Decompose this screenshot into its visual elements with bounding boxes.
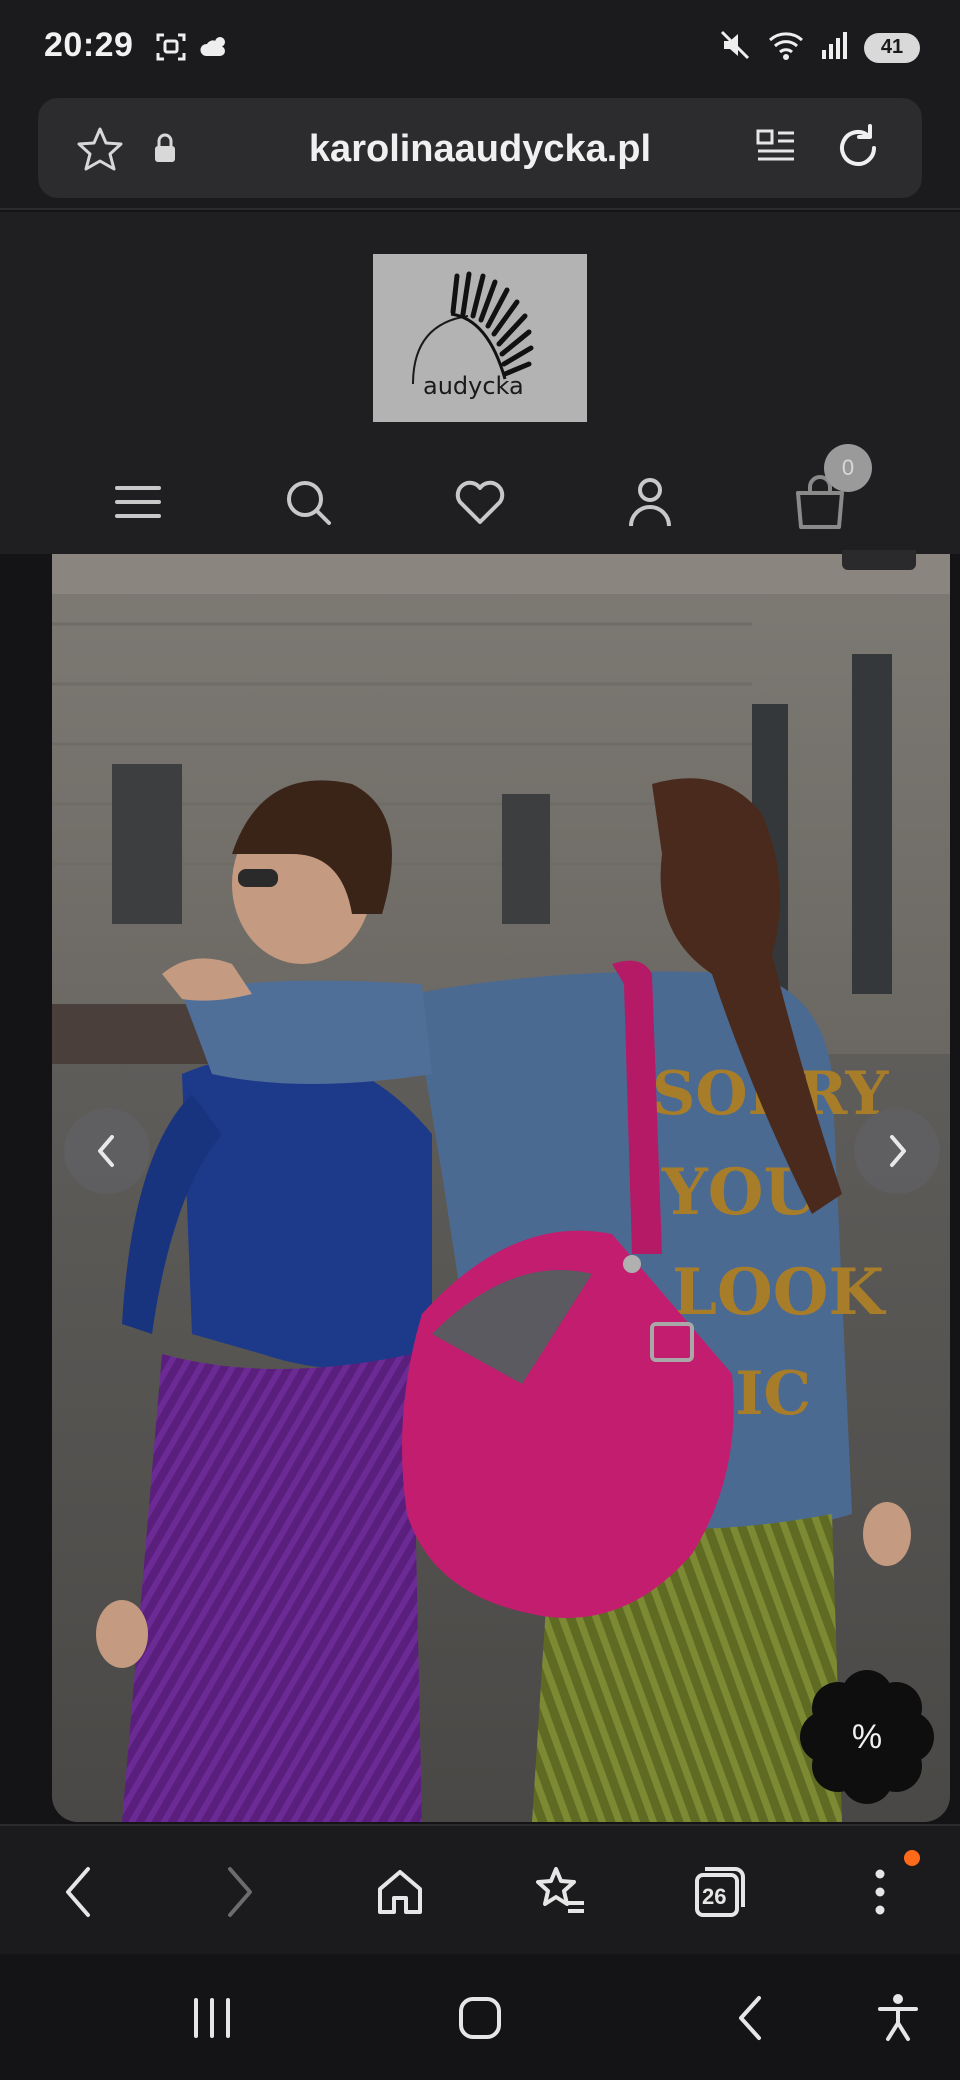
recent-apps-icon xyxy=(194,1998,230,2038)
hero-photo-illustration: SORRY YOU LOOK SIC xyxy=(52,554,950,1822)
system-back-icon xyxy=(739,1996,761,2040)
account-button[interactable] xyxy=(610,462,690,542)
android-nav-bar xyxy=(0,1954,960,2080)
system-home-button[interactable] xyxy=(438,1976,522,2060)
cart-count-badge: 0 xyxy=(824,444,872,492)
browser-toolbar: 26 xyxy=(0,1824,960,1954)
hero-section: SORRY YOU LOOK SIC xyxy=(0,550,960,1824)
hero-image[interactable]: SORRY YOU LOOK SIC xyxy=(52,554,950,1822)
forward-button[interactable] xyxy=(198,1850,282,1934)
search-icon xyxy=(287,481,331,525)
logo-text: audycka xyxy=(423,372,524,400)
tabs-button[interactable]: 26 xyxy=(678,1850,762,1934)
home-button[interactable] xyxy=(358,1850,442,1934)
system-home-icon xyxy=(459,1997,501,2039)
home-icon xyxy=(378,1870,422,1914)
recent-apps-button[interactable] xyxy=(170,1976,254,2060)
status-icons-right: 41 xyxy=(718,28,920,67)
bookmark-list-icon xyxy=(536,1867,584,1913)
accessibility-icon xyxy=(878,1994,918,2041)
forward-arrow-icon xyxy=(228,1867,252,1917)
back-arrow-icon xyxy=(66,1867,90,1917)
carousel-prev-button[interactable] xyxy=(64,1108,150,1194)
status-icons-left xyxy=(154,30,232,69)
site-logo[interactable]: audycka xyxy=(373,254,587,422)
bookmarks-button[interactable] xyxy=(518,1850,602,1934)
wishlist-button[interactable] xyxy=(440,462,520,542)
site-header: audycka 0 xyxy=(0,212,960,554)
chevron-left-icon xyxy=(98,1135,114,1167)
tabs-count: 26 xyxy=(702,1884,727,1909)
reader-mode-icon[interactable] xyxy=(754,126,798,175)
site-nav xyxy=(0,462,960,542)
system-back-button[interactable] xyxy=(708,1976,792,2060)
browser-header: karolinaaudycka.pl xyxy=(0,92,960,210)
chevron-right-icon xyxy=(890,1135,906,1167)
back-button[interactable] xyxy=(36,1850,120,1934)
promo-label: % xyxy=(851,1717,883,1756)
promo-discount-button[interactable]: % xyxy=(800,1670,934,1804)
more-vertical-icon xyxy=(875,1869,885,1915)
search-button[interactable] xyxy=(268,462,348,542)
carousel-next-button[interactable] xyxy=(854,1108,940,1194)
svg-text:LOOK: LOOK xyxy=(672,1255,887,1330)
status-bar: 20:29 41 xyxy=(0,0,960,92)
status-time: 20:29 xyxy=(44,26,134,64)
image-counter-tab xyxy=(842,550,916,570)
screenshot-icon xyxy=(154,30,188,69)
signal-icon xyxy=(820,28,850,67)
battery-icon: 41 xyxy=(864,32,920,63)
menu-button[interactable] xyxy=(98,462,178,542)
wifi-icon xyxy=(766,28,806,67)
address-bar[interactable]: karolinaaudycka.pl xyxy=(38,98,922,198)
notification-dot xyxy=(904,1850,920,1866)
account-icon xyxy=(629,478,671,527)
accessibility-button[interactable] xyxy=(856,1976,940,2060)
weather-icon xyxy=(198,30,232,69)
heart-icon xyxy=(455,480,505,524)
reload-icon[interactable] xyxy=(830,120,886,181)
mute-icon xyxy=(718,28,752,67)
menu-icon xyxy=(115,486,161,518)
